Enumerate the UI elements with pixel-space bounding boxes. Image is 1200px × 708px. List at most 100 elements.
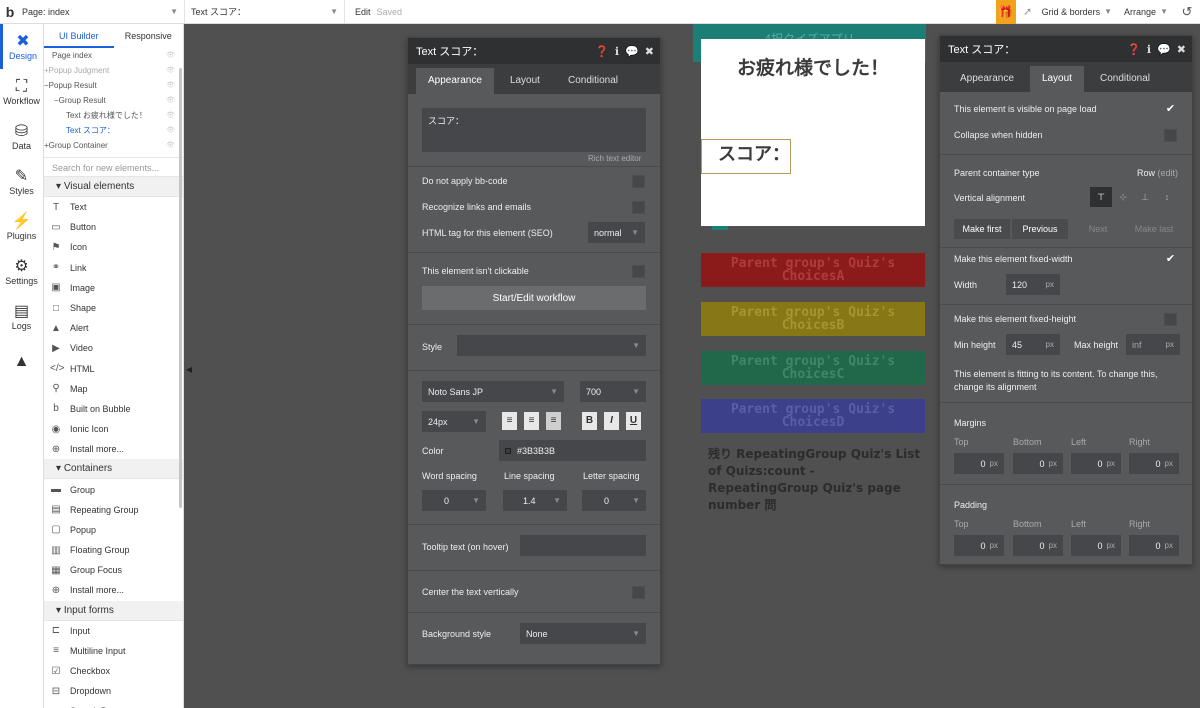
margin-left-input[interactable]: 0 px <box>1071 453 1121 474</box>
palette-item[interactable]: ▲ Alert <box>44 318 183 338</box>
nav-plugins[interactable]: ⚡ Plugins <box>0 204 43 249</box>
choice-b-button[interactable]: Parent group's Quiz's ChoicesB <box>701 302 925 336</box>
bold-icon[interactable]: B <box>582 412 597 430</box>
align-center-icon[interactable]: ≡ <box>524 412 539 430</box>
gift-icon[interactable]: 🎁 <box>995 0 1016 24</box>
tree-row[interactable]: +Group Container 👁 <box>44 138 183 153</box>
parent-type-edit-link[interactable]: (edit) <box>1158 168 1179 178</box>
close-icon[interactable]: ✖ <box>1177 43 1186 56</box>
align-bottom-icon[interactable]: ⊥ <box>1134 187 1156 207</box>
choice-c-button[interactable]: Parent group's Quiz's ChoicesC <box>701 351 925 385</box>
palette-item[interactable]: ▣ Image <box>44 278 183 298</box>
palette-item[interactable]: b Built on Bubble <box>44 399 183 419</box>
margin-top-input[interactable]: 0 px <box>954 453 1004 474</box>
palette-item[interactable]: </> HTML <box>44 359 183 379</box>
align-left-icon[interactable]: ≡ <box>502 412 517 430</box>
popup-title-text[interactable]: お疲れ様でした！ <box>701 53 925 80</box>
make-last-button[interactable]: Make last <box>1126 219 1182 239</box>
help-icon[interactable]: ❓ <box>1127 43 1141 56</box>
tab-ui-builder[interactable]: UI Builder <box>44 24 114 48</box>
tree-row[interactable]: −Group Result 👁 <box>44 93 183 108</box>
collapse-hidden-checkbox[interactable] <box>1164 129 1177 142</box>
nav-styles[interactable]: ✎ Styles <box>0 159 43 204</box>
palette-item[interactable]: ▥ Floating Group <box>44 540 183 560</box>
popup-result[interactable]: お疲れ様でした！ スコア： <box>701 39 925 226</box>
align-middle-icon[interactable]: ⊹ <box>1112 187 1134 207</box>
line-spacing-dropdown[interactable]: 1.4 ▼ <box>503 490 567 511</box>
padding-right-input[interactable]: 0 px <box>1129 535 1179 556</box>
palette-item[interactable]: ≡ Multiline Input <box>44 641 183 661</box>
palette-item[interactable]: T Text <box>44 197 183 217</box>
background-style-dropdown[interactable]: None ▼ <box>520 623 646 644</box>
info-icon[interactable]: ℹ <box>615 45 619 58</box>
eye-icon[interactable]: 👁 <box>166 93 175 108</box>
no-bbcode-checkbox[interactable] <box>632 175 645 188</box>
palette-item[interactable]: ⊟ Dropdown <box>44 681 183 701</box>
tab-conditional[interactable]: Conditional <box>1088 66 1162 92</box>
choice-d-button[interactable]: Parent group's Quiz's ChoicesD <box>701 399 925 433</box>
italic-icon[interactable]: I <box>604 412 619 430</box>
color-picker[interactable]: #3B3B3B <box>499 440 646 461</box>
eye-icon[interactable]: 👁 <box>166 138 175 153</box>
undo-icon[interactable]: ↺ <box>1174 4 1200 20</box>
pointer-icon[interactable]: ➚ <box>1020 5 1036 18</box>
eye-icon[interactable]: 👁 <box>166 48 175 63</box>
nav-data[interactable]: ⛁ Data <box>0 114 43 159</box>
info-icon[interactable]: ℹ <box>1147 43 1151 56</box>
tree-row[interactable]: +Popup Judgment 👁 <box>44 63 183 78</box>
palette-item[interactable]: ▢ Popup <box>44 520 183 540</box>
tab-layout[interactable]: Layout <box>498 68 552 94</box>
close-icon[interactable]: ✖ <box>645 45 654 58</box>
underline-icon[interactable]: U <box>626 412 641 430</box>
palette-item[interactable]: ▤ Repeating Group <box>44 500 183 520</box>
palette-item[interactable]: ⚭ Link <box>44 258 183 278</box>
max-height-input[interactable]: inf px <box>1126 334 1180 355</box>
start-edit-workflow-button[interactable]: Start/Edit workflow <box>422 286 646 310</box>
tree-row[interactable]: Text スコア： 👁 <box>44 123 183 138</box>
padding-bottom-input[interactable]: 0 px <box>1013 535 1063 556</box>
margin-right-input[interactable]: 0 px <box>1129 453 1179 474</box>
bubble-logo[interactable]: b <box>0 4 20 20</box>
comment-icon[interactable]: 💬 <box>625 45 639 58</box>
not-clickable-checkbox[interactable] <box>632 265 645 278</box>
margin-bottom-input[interactable]: 0 px <box>1013 453 1063 474</box>
palette-item[interactable]: ⊕ Install more... <box>44 580 183 600</box>
font-size-dropdown[interactable]: 24px ▼ <box>422 411 486 432</box>
width-input[interactable]: 120 px <box>1006 274 1060 295</box>
collapse-palette-icon[interactable]: ◀ <box>184 360 194 380</box>
tab-conditional[interactable]: Conditional <box>556 68 630 94</box>
nav-bubble[interactable]: ▲ <box>0 339 43 384</box>
palette-item[interactable]: ⌕Search Box <box>44 701 183 708</box>
font-weight-dropdown[interactable]: 700 ▼ <box>580 381 646 402</box>
tab-appearance[interactable]: Appearance <box>948 66 1026 92</box>
word-spacing-dropdown[interactable]: 0 ▼ <box>422 490 486 511</box>
tree-row[interactable]: Page index 👁 <box>44 48 183 63</box>
next-button[interactable]: Next <box>1070 219 1126 239</box>
palette-item[interactable]: ▶ Video <box>44 338 183 358</box>
page-selector[interactable]: Page: index ▼ <box>20 0 185 23</box>
align-top-icon[interactable]: ⊤ <box>1090 187 1112 207</box>
selected-score-element[interactable]: スコア： <box>701 139 791 174</box>
element-search-input[interactable]: Search for new elements... <box>44 157 183 177</box>
panel-header[interactable]: Text スコア： ❓ ℹ 💬 ✖ <box>940 36 1192 62</box>
nav-design[interactable]: ✖ Design <box>0 24 43 69</box>
rich-text-editor-link[interactable]: Rich text editor <box>588 154 641 163</box>
padding-left-input[interactable]: 0 px <box>1071 535 1121 556</box>
edit-menu[interactable]: Edit <box>345 7 377 17</box>
grid-borders-menu[interactable]: Grid & borders ▼ <box>1036 7 1118 17</box>
palette-item[interactable]: ▦ Group Focus <box>44 560 183 580</box>
tooltip-input[interactable] <box>520 535 646 556</box>
help-icon[interactable]: ❓ <box>595 45 609 58</box>
visible-on-load-checkbox[interactable]: ✔ <box>1164 103 1177 116</box>
comment-icon[interactable]: 💬 <box>1157 43 1171 56</box>
category-visual-elements[interactable]: ▾ Visual elements <box>44 177 183 197</box>
palette-scrollbar[interactable] <box>179 68 182 508</box>
eye-icon[interactable]: 👁 <box>166 63 175 78</box>
make-first-button[interactable]: Make first <box>954 219 1010 239</box>
element-selector[interactable]: Text スコア： ▼ <box>185 0 345 23</box>
palette-item[interactable]: ▬ Group <box>44 479 183 499</box>
panel-header[interactable]: Text スコア： ❓ ℹ 💬 ✖ <box>408 38 660 64</box>
align-right-icon[interactable]: ≡ <box>546 412 561 430</box>
tree-row[interactable]: −Popup Result 👁 <box>44 78 183 93</box>
nav-logs[interactable]: ▤ Logs <box>0 294 43 339</box>
